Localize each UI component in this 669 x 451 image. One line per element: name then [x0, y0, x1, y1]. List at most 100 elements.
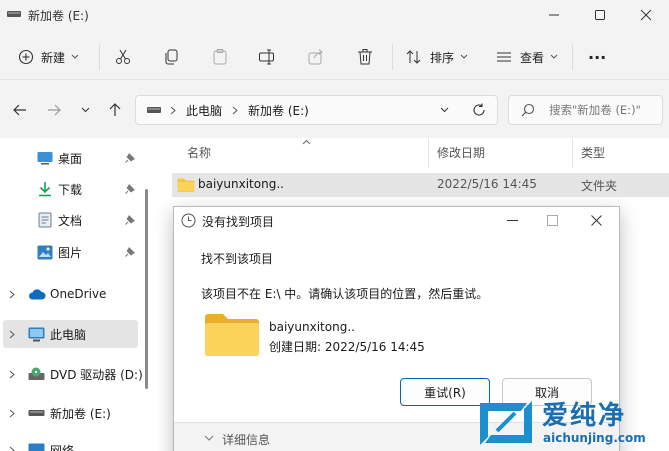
sort-label: 排序 — [430, 50, 455, 65]
sidebar-item-network[interactable]: 网络 — [0, 436, 148, 451]
chevron-down-icon[interactable] — [440, 107, 449, 113]
toolbar-divider — [392, 44, 393, 70]
copy-button[interactable] — [163, 42, 181, 72]
plus-circle-icon — [18, 49, 34, 65]
toolbar-divider — [99, 44, 100, 70]
chevron-right-icon — [232, 106, 238, 114]
minimize-icon — [549, 14, 559, 16]
picture-icon — [37, 245, 53, 259]
sidebar-item-new-volume[interactable]: 新加卷 (E:) — [0, 399, 148, 427]
new-button[interactable]: 新建 — [18, 42, 79, 72]
search-box[interactable]: 搜索"新加卷 (E:)" — [508, 95, 663, 125]
download-icon — [39, 182, 51, 197]
breadcrumb-this-pc[interactable]: 此电脑 — [186, 102, 222, 119]
back-button[interactable] — [8, 98, 32, 122]
dialog-close-button[interactable] — [576, 207, 616, 233]
minimize-icon — [506, 219, 518, 221]
maximize-button[interactable] — [577, 0, 623, 30]
sidebar-item-documents[interactable]: 文档 — [0, 206, 148, 234]
chevron-right-icon — [170, 106, 176, 114]
breadcrumb-drive[interactable]: 新加卷 (E:) — [248, 102, 309, 119]
watermark-url: aichunjing.com — [543, 431, 646, 445]
sidebar-item-downloads[interactable]: 下载 — [0, 175, 148, 203]
drive-icon — [7, 11, 21, 17]
up-button[interactable] — [103, 98, 127, 122]
pin-icon — [125, 215, 135, 225]
rename-icon — [259, 49, 274, 65]
column-header-date[interactable]: 修改日期 — [437, 144, 485, 161]
file-type: 文件夹 — [581, 179, 618, 193]
arrow-right-icon — [48, 104, 61, 116]
sort-ascending-icon — [302, 139, 311, 145]
pin-icon — [125, 153, 135, 163]
brand-logo-icon — [480, 401, 532, 445]
desktop-icon — [37, 152, 53, 165]
dialog-maximize-button[interactable] — [534, 207, 570, 233]
table-row[interactable]: baiyunxitong.. 2022/5/16 14:45 文件夹 — [172, 173, 669, 197]
minimize-button[interactable] — [531, 0, 577, 30]
sidebar-scrollbar[interactable] — [145, 189, 148, 389]
view-button[interactable]: 查看 — [495, 42, 558, 72]
title-bar: 新加卷 (E:) — [0, 0, 669, 30]
chevron-down-icon[interactable] — [204, 435, 214, 442]
network-icon — [28, 443, 45, 451]
column-divider[interactable] — [572, 138, 573, 168]
address-row: 此电脑 新加卷 (E:) 搜索"新加卷 (E:)" — [0, 90, 669, 130]
sidebar-item-onedrive[interactable]: OneDrive — [0, 280, 148, 308]
computer-icon — [28, 327, 45, 341]
chevron-down-icon — [460, 54, 468, 59]
toolbar-divider — [572, 44, 573, 70]
sidebar-item-desktop[interactable]: 桌面 — [0, 144, 148, 172]
column-header-type[interactable]: 类型 — [581, 144, 605, 161]
chevron-down-icon — [81, 107, 89, 113]
rename-button[interactable] — [258, 42, 276, 72]
sort-button[interactable]: 排序 — [405, 42, 468, 72]
sidebar-item-label: 新加卷 (E:) — [50, 406, 111, 421]
share-button[interactable] — [307, 42, 325, 72]
recent-locations-button[interactable] — [73, 98, 97, 122]
close-icon — [590, 214, 602, 226]
dialog-title: 没有找到项目 — [202, 215, 275, 229]
copy-icon — [165, 49, 178, 65]
maximize-icon — [546, 214, 558, 226]
sidebar-item-pictures[interactable]: 图片 — [0, 238, 148, 266]
chevron-right-icon — [9, 290, 15, 298]
chevron-right-icon — [9, 446, 15, 451]
clock-icon — [181, 213, 196, 228]
scissors-icon — [116, 49, 130, 64]
dialog-item-created: 创建日期: 2022/5/16 14:45 — [269, 340, 425, 354]
cut-button[interactable] — [114, 42, 132, 72]
close-window-button[interactable] — [623, 0, 669, 30]
refresh-icon[interactable] — [472, 103, 486, 117]
document-icon — [38, 212, 52, 228]
details-toggle[interactable]: 详细信息 — [222, 431, 270, 448]
search-input[interactable]: 搜索"新加卷 (E:)" — [549, 102, 641, 118]
maximize-icon — [595, 10, 605, 20]
sidebar-item-label: 图片 — [58, 245, 83, 260]
sidebar-item-label: OneDrive — [50, 287, 107, 301]
paste-button[interactable] — [211, 42, 229, 72]
trash-icon — [358, 49, 372, 65]
new-label: 新建 — [41, 50, 66, 65]
sidebar-item-label: 下载 — [58, 182, 83, 197]
dvd-drive-icon — [28, 367, 45, 380]
drive-icon — [147, 107, 161, 113]
dialog-heading: 找不到该项目 — [201, 252, 274, 266]
more-options-button[interactable]: ··· — [588, 42, 606, 72]
view-label: 查看 — [520, 50, 545, 65]
sidebar-item-label: DVD 驱动器 (D:) — [50, 367, 143, 382]
share-icon — [308, 49, 323, 65]
column-divider[interactable] — [428, 138, 429, 168]
column-header-name[interactable]: 名称 — [187, 144, 211, 161]
sidebar-item-this-pc[interactable]: 此电脑 — [3, 320, 138, 348]
sidebar-item-dvd-drive[interactable]: DVD 驱动器 (D:) — [0, 360, 148, 388]
arrow-left-icon — [13, 104, 26, 116]
folder-icon — [177, 178, 195, 192]
watermark-logo: 爱纯净 aichunjing.com — [477, 395, 669, 451]
dialog-minimize-button[interactable] — [494, 207, 530, 233]
address-bar[interactable]: 此电脑 新加卷 (E:) — [135, 95, 498, 125]
pin-icon — [125, 247, 135, 257]
delete-button[interactable] — [356, 42, 374, 72]
forward-button[interactable] — [42, 98, 66, 122]
close-icon — [640, 9, 652, 21]
